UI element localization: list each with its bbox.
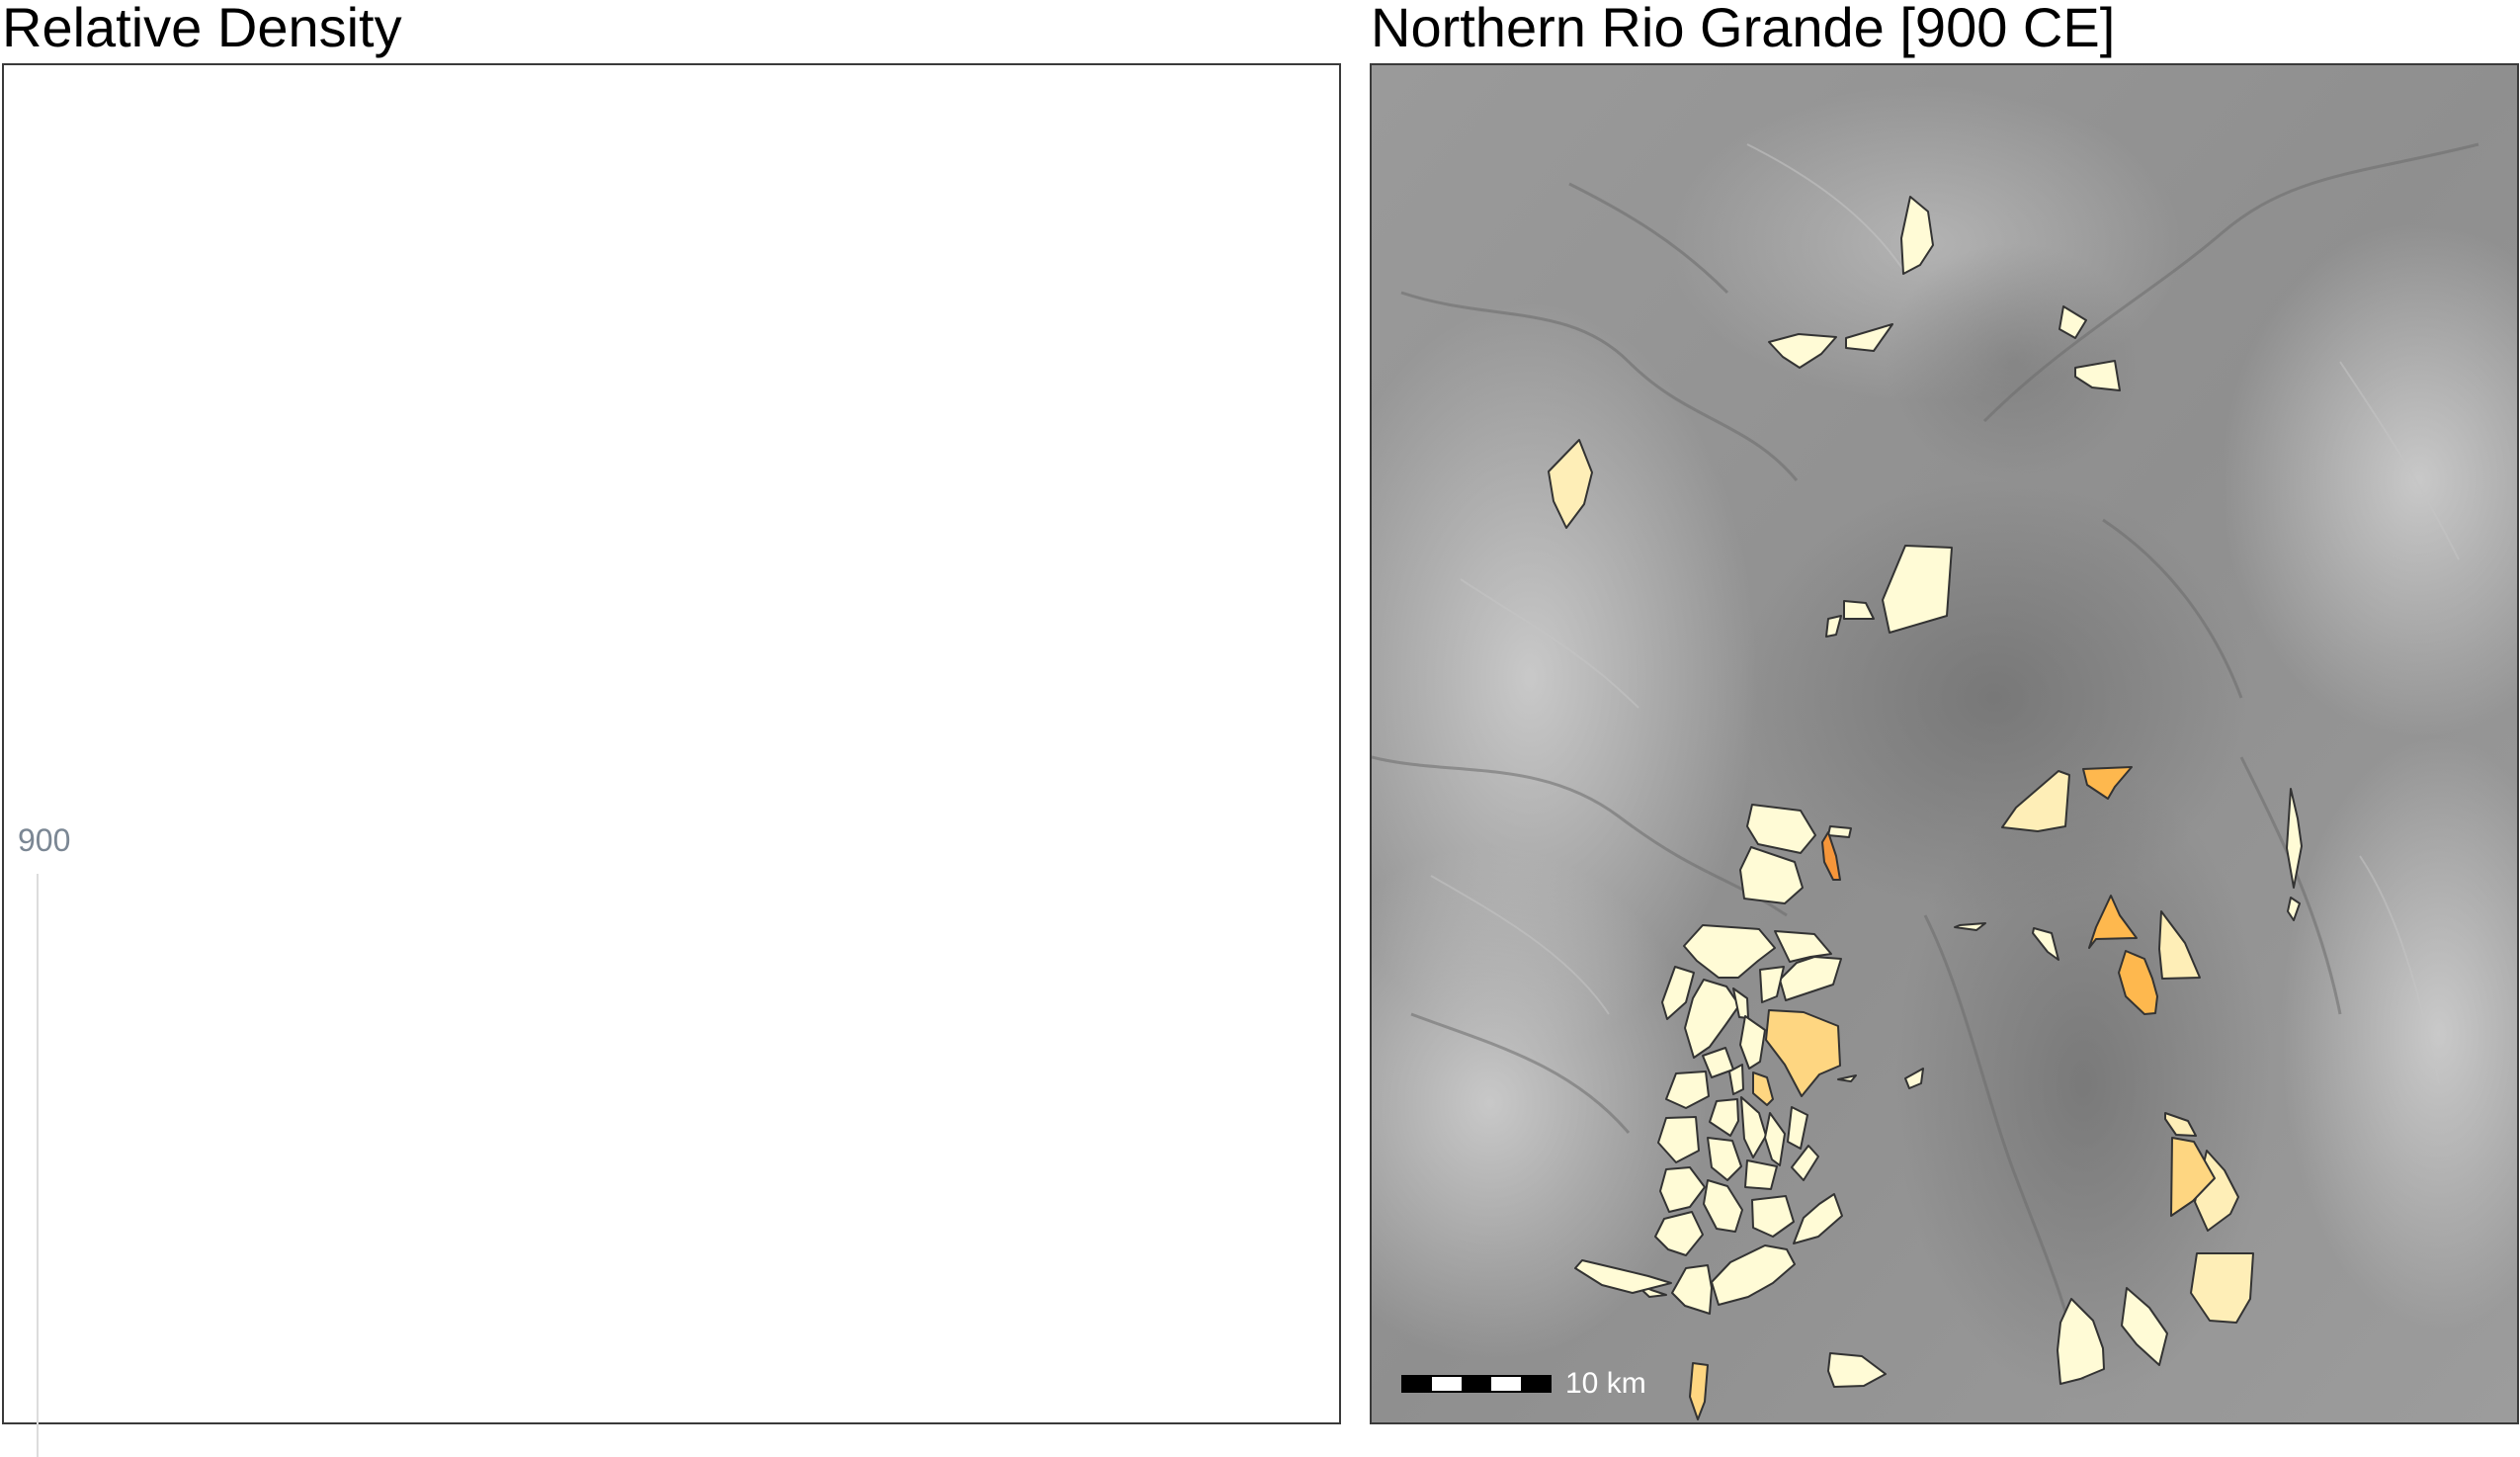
region-polygon[interactable] (1827, 825, 1852, 838)
density-panel: 900 (2, 63, 1341, 1457)
scale-bar-segment (1521, 1376, 1551, 1392)
map-panel[interactable]: 10 km (1370, 63, 2519, 1424)
map-panel-title: Northern Rio Grande [900 CE] (1371, 0, 2116, 58)
scale-bar-segment (1402, 1376, 1432, 1392)
hillshade-basemap (1372, 65, 2517, 1422)
scale-bar-label: 10 km (1565, 1367, 1646, 1400)
relief-map[interactable] (1372, 65, 2519, 1424)
region-polygon[interactable] (1744, 1159, 1778, 1190)
density-axis-tick-label: 900 (18, 822, 71, 858)
scale-bar (1401, 1375, 1552, 1393)
density-panel-title: Relative Density (2, 0, 402, 58)
scale-bar-segment (1462, 1376, 1491, 1392)
density-axis-line (37, 874, 39, 1457)
